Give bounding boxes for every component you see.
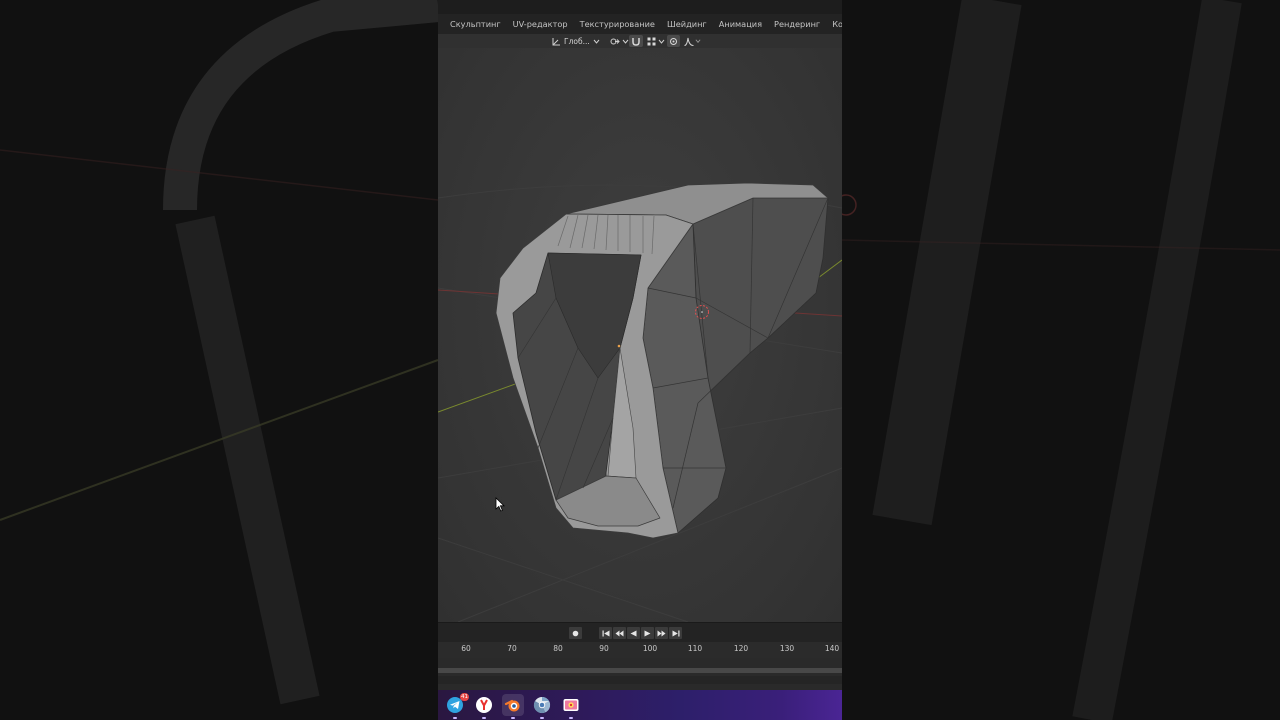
- snap-target-dropdown[interactable]: [645, 35, 667, 47]
- prev-keyframe-icon: [615, 630, 624, 636]
- taskbar-screen-capture[interactable]: [560, 694, 582, 719]
- taskbar-yandex-browser[interactable]: [473, 694, 495, 719]
- timeline-header: [438, 622, 842, 642]
- tab-uv-editing[interactable]: UV-редактор: [507, 14, 574, 34]
- snap-toggle[interactable]: [629, 35, 643, 47]
- window-top-strip: [438, 0, 842, 14]
- frame-label: 100: [642, 644, 658, 653]
- screen-capture-icon: [563, 699, 579, 711]
- blurred-background-left: [0, 0, 438, 720]
- blender-window: Скульптинг UV-редактор Текстурирование Ш…: [438, 0, 842, 720]
- viewport-header: Глоб...: [438, 34, 842, 48]
- magnet-icon: [632, 38, 640, 46]
- tab-animation[interactable]: Анимация: [713, 14, 768, 34]
- yandex-browser-icon: [476, 697, 492, 713]
- record-icon: [572, 630, 579, 636]
- mouse-cursor-icon: [495, 497, 505, 512]
- prev-keyframe-button[interactable]: [613, 627, 626, 639]
- record-keyframe-button[interactable]: [569, 627, 582, 639]
- jump-start-button[interactable]: [599, 627, 612, 639]
- next-keyframe-button[interactable]: [655, 627, 668, 639]
- chevron-down-icon: [695, 39, 701, 43]
- frame-label: 140: [824, 644, 840, 653]
- pivot-point-dropdown[interactable]: [608, 35, 631, 47]
- orientation-group: Глоб...: [550, 35, 602, 47]
- frame-label: 60: [461, 644, 471, 653]
- timeline-track-area: [438, 676, 842, 684]
- frame-label: 70: [507, 644, 517, 653]
- skip-end-icon: [672, 630, 679, 636]
- orientation-label: Глоб...: [564, 36, 590, 46]
- timeline-ruler[interactable]: 60 70 80 90 100 110 120 130 140: [438, 642, 842, 658]
- frame-label: 90: [599, 644, 609, 653]
- transform-orientation-dropdown[interactable]: Глоб...: [550, 35, 602, 47]
- proportional-editing-toggle[interactable]: [667, 35, 680, 47]
- taskbar-telegram[interactable]: 41: [444, 693, 469, 719]
- frame-label: 130: [779, 644, 795, 653]
- pivot-group: [608, 35, 631, 47]
- orientation-icon: [552, 37, 560, 45]
- screen: Скульптинг UV-редактор Текстурирование Ш…: [0, 0, 1280, 720]
- frame-label: 80: [553, 644, 563, 653]
- taskbar-chrome[interactable]: [531, 694, 553, 719]
- timeline-scrollbar[interactable]: [438, 668, 842, 673]
- tab-sculpting[interactable]: Скульптинг: [444, 14, 507, 34]
- chevron-down-icon: [658, 39, 665, 44]
- frame-label: 110: [687, 644, 703, 653]
- skip-start-icon: [602, 630, 609, 636]
- proportional-editing-icon: [670, 37, 677, 45]
- play-icon: [644, 630, 651, 636]
- falloff-curve-icon: [684, 37, 694, 46]
- snap-group: [629, 35, 667, 47]
- proportional-group: [667, 35, 703, 47]
- falloff-dropdown[interactable]: [682, 35, 703, 47]
- mesh-object: [495, 182, 829, 539]
- chevron-down-icon: [593, 39, 600, 44]
- tab-texture-paint[interactable]: Текстурирование: [574, 14, 661, 34]
- chevron-down-icon: [622, 39, 629, 44]
- taskbar-blender[interactable]: [502, 694, 524, 719]
- tab-shading[interactable]: Шейдинг: [661, 14, 713, 34]
- workspace-tabs: Скульптинг UV-редактор Текстурирование Ш…: [438, 14, 842, 34]
- play-button[interactable]: [641, 627, 654, 639]
- pivot-link-icon: [610, 38, 620, 44]
- telegram-badge: 41: [460, 693, 469, 701]
- blurred-background-right: [842, 0, 1280, 720]
- blender-icon: [504, 699, 520, 712]
- tab-rendering[interactable]: Рендеринг: [768, 14, 826, 34]
- playback-controls: [599, 627, 682, 639]
- snap-grid-icon: [647, 37, 656, 45]
- taskbar: 41: [438, 690, 842, 720]
- play-reverse-icon: [630, 630, 637, 636]
- 3d-viewport[interactable]: [438, 48, 842, 622]
- frame-label: 120: [733, 644, 749, 653]
- chrome-icon: [533, 696, 551, 714]
- next-keyframe-icon: [657, 630, 666, 636]
- jump-end-button[interactable]: [669, 627, 682, 639]
- play-reverse-button[interactable]: [627, 627, 640, 639]
- record-group: [569, 627, 582, 639]
- timeline-track[interactable]: [438, 658, 842, 690]
- origin-point: [617, 344, 621, 348]
- tab-compositing[interactable]: Композитинг: [826, 14, 842, 34]
